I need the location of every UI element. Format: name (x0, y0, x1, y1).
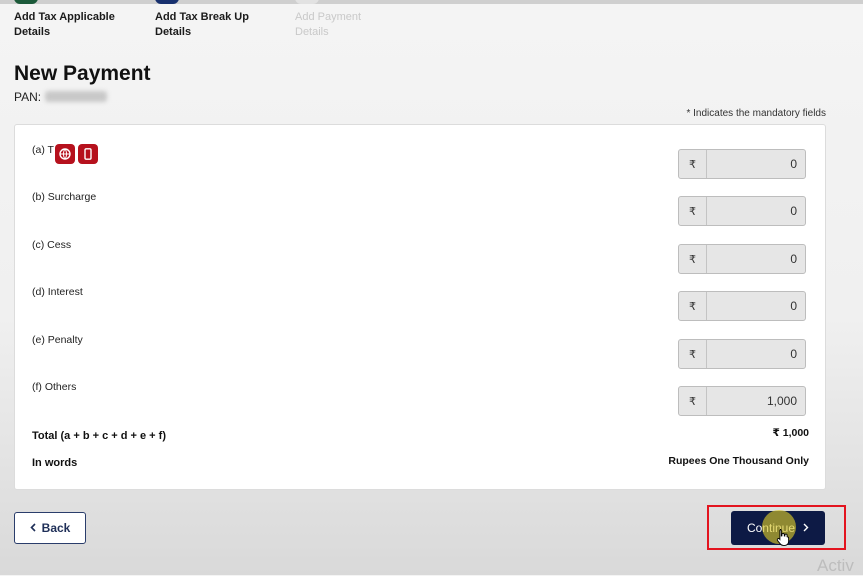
hand-cursor-icon (776, 529, 790, 546)
in-words-value: Rupees One Thousand Only (668, 455, 809, 467)
surcharge-amount-input[interactable] (707, 197, 805, 225)
step-tax-breakup[interactable]: Add Tax Break Up Details (155, 0, 265, 40)
mobile-icon[interactable] (78, 144, 98, 164)
row-label-others: (f) Others (32, 381, 77, 393)
back-label: Back (41, 521, 71, 535)
tax-breakup-card: (a) T ₹ (b) Surcharge ₹ (c) Cess ₹ (d) I… (14, 124, 826, 490)
step-marker-current (155, 0, 179, 4)
globe-icon[interactable] (55, 144, 75, 164)
total-label: Total (a + b + c + d + e + f) (32, 430, 166, 442)
tax-amount-field[interactable]: ₹ (678, 149, 806, 179)
pan-label: PAN: (14, 90, 42, 104)
in-words-label: In words (32, 457, 78, 469)
activate-windows-watermark: Activ (817, 556, 854, 575)
cess-amount-field[interactable]: ₹ (678, 244, 806, 274)
progress-stepper: Add Tax Applicable Details Add Tax Break… (0, 0, 863, 44)
row-label-interest: (d) Interest (32, 286, 83, 298)
rupee-icon: ₹ (679, 387, 707, 415)
step-label-line2: Details (14, 26, 51, 38)
back-button[interactable]: Back (14, 512, 86, 544)
penalty-amount-field[interactable]: ₹ (678, 339, 806, 369)
step-marker-done (14, 0, 38, 4)
rupee-icon: ₹ (679, 245, 707, 273)
tax-amount-input[interactable] (707, 150, 805, 178)
step-label-line1: Add Tax Applicable (14, 11, 115, 23)
row-label-tax: (a) T (32, 144, 54, 156)
chevron-right-icon (803, 521, 809, 535)
row-label-surcharge: (b) Surcharge (32, 191, 97, 203)
pan-line: PAN: (14, 90, 108, 104)
step-payment-details: Add Payment Details (295, 0, 405, 40)
total-value: ₹ 1,000 (772, 427, 810, 439)
row-label-cess: (c) Cess (32, 239, 72, 251)
mandatory-note: * Indicates the mandatory fields (686, 108, 826, 119)
row-label-penalty: (e) Penalty (32, 334, 83, 346)
others-amount-input[interactable] (707, 387, 805, 415)
step-label-line2: Details (155, 26, 192, 38)
pan-value-redacted (45, 91, 108, 102)
page-title: New Payment (14, 62, 151, 85)
step-label-line1: Add Tax Break Up (155, 11, 249, 23)
interest-amount-field[interactable]: ₹ (678, 291, 806, 321)
others-amount-field[interactable]: ₹ (678, 386, 806, 416)
step-label-line1: Add Payment (295, 11, 362, 23)
rupee-icon: ₹ (679, 197, 707, 225)
step-tax-applicable[interactable]: Add Tax Applicable Details (14, 0, 124, 40)
chevron-left-icon (30, 521, 36, 535)
rupee-icon: ₹ (679, 150, 707, 178)
interest-amount-input[interactable] (707, 292, 805, 320)
rupee-icon: ₹ (679, 292, 707, 320)
surcharge-amount-field[interactable]: ₹ (678, 196, 806, 226)
penalty-amount-input[interactable] (707, 340, 805, 368)
cess-amount-input[interactable] (707, 245, 805, 273)
step-marker-pending (295, 0, 319, 4)
rupee-icon: ₹ (679, 340, 707, 368)
step-label-line2: Details (295, 26, 329, 38)
